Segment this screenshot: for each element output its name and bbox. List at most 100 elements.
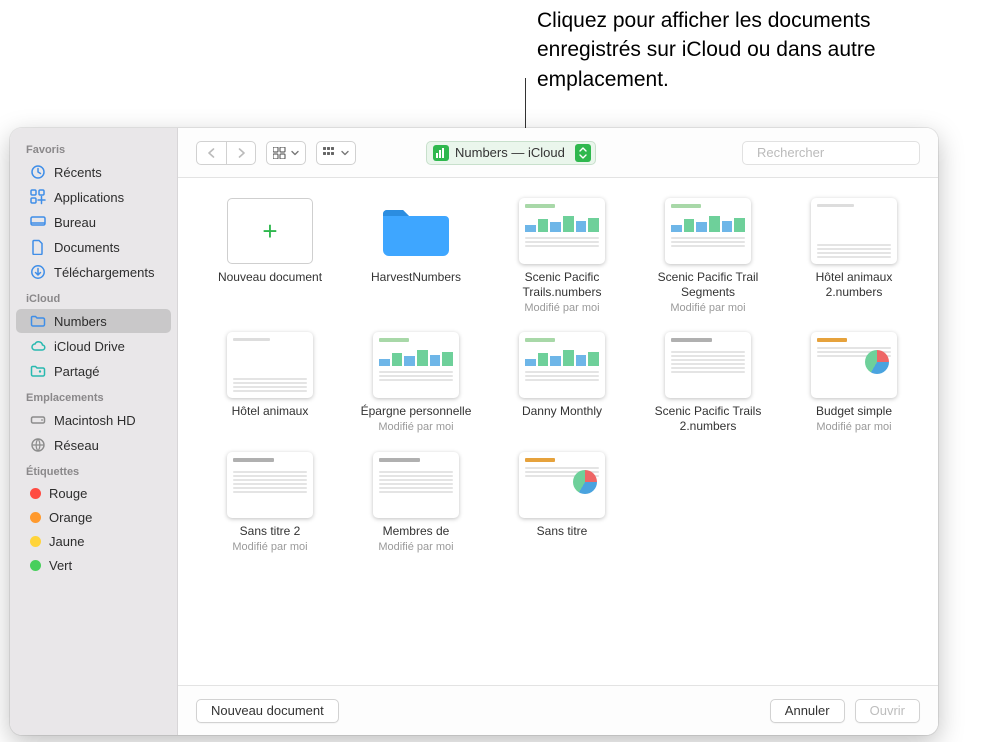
sidebar-section-title: Étiquettes — [10, 458, 177, 481]
help-annotation: Cliquez pour afficher les documents enre… — [537, 6, 967, 94]
footer-bar: Nouveau document Annuler Ouvrir — [178, 685, 938, 735]
file-tile[interactable]: Budget simple Modifié par moi — [788, 332, 920, 434]
file-name-label: Épargne personnelle — [350, 404, 482, 419]
file-tile[interactable]: Scenic Pacific Trails.numbers Modifié par… — [496, 198, 628, 314]
download-icon — [30, 264, 46, 280]
file-name-label: Scenic Pacific Trails.numbers — [496, 270, 628, 300]
file-tile[interactable]: Scenic Pacific Trails 2.numbers — [642, 332, 774, 434]
sidebar-item-label: Jaune — [49, 534, 161, 549]
sidebar-section-title: Emplacements — [10, 384, 177, 407]
sidebar-item-label: iCloud Drive — [54, 339, 161, 354]
file-name-label: HarvestNumbers — [350, 270, 482, 285]
sidebar-item-macintosh-hd[interactable]: Macintosh HD — [16, 408, 171, 432]
file-grid-area: +Nouveau document HarvestNumbers Scenic Pa… — [178, 178, 938, 685]
sidebar-item-label: Documents — [54, 240, 161, 255]
sidebar-item-label: Numbers — [54, 314, 161, 329]
sidebar-item-icloud-drive[interactable]: iCloud Drive — [16, 334, 171, 358]
sidebar-item-réseau[interactable]: Réseau — [16, 433, 171, 457]
toolbar: Numbers — iCloud — [178, 128, 938, 178]
sidebar-item-orange[interactable]: Orange — [16, 506, 171, 529]
file-tile[interactable]: Épargne personnelle Modifié par moi — [350, 332, 482, 434]
open-dialog-window: Favoris Récents Applications Bureau Document… — [10, 128, 938, 735]
folder-icon — [30, 313, 46, 329]
desktop-icon — [30, 214, 46, 230]
tag-dot-icon — [30, 512, 41, 523]
file-name-label: Scenic Pacific Trails 2.numbers — [642, 404, 774, 434]
search-field[interactable] — [742, 141, 920, 165]
file-name-label: Scenic Pacific Trail Segments — [642, 270, 774, 300]
sidebar-item-label: Téléchargements — [54, 265, 161, 280]
file-subtitle-label: Modifié par moi — [350, 541, 482, 553]
sidebar-item-label: Applications — [54, 190, 161, 205]
location-popup-button[interactable]: Numbers — iCloud — [426, 141, 596, 165]
folder-tile[interactable]: HarvestNumbers — [350, 198, 482, 314]
sidebar-item-label: Bureau — [54, 215, 161, 230]
sidebar-item-label: Vert — [49, 558, 161, 573]
main-panel: Numbers — iCloud +Nouveau document Harves… — [178, 128, 938, 735]
shared-icon — [30, 363, 46, 379]
cancel-button[interactable]: Annuler — [770, 699, 845, 723]
sidebar-item-label: Orange — [49, 510, 161, 525]
file-name-label: Budget simple — [788, 404, 920, 419]
disk-icon — [30, 412, 46, 428]
file-subtitle-label: Modifié par moi — [350, 421, 482, 433]
numbers-app-icon — [433, 145, 449, 161]
file-tile[interactable]: Scenic Pacific Trail Segments Modifié par… — [642, 198, 774, 314]
file-tile[interactable]: Hôtel animaux 2.numbers — [788, 198, 920, 314]
network-icon — [30, 437, 46, 453]
back-button[interactable] — [196, 141, 226, 165]
file-subtitle-label: Modifié par moi — [788, 421, 920, 433]
file-tile[interactable]: Sans titre 2 Modifié par moi — [204, 452, 336, 553]
file-name-label: Sans titre — [496, 524, 628, 539]
search-input[interactable] — [757, 145, 933, 160]
tag-dot-icon — [30, 536, 41, 547]
file-name-label: Nouveau document — [204, 270, 336, 285]
sidebar-item-label: Partagé — [54, 364, 161, 379]
file-name-label: Membres de — [350, 524, 482, 539]
sidebar-item-bureau[interactable]: Bureau — [16, 210, 171, 234]
cloud-icon — [30, 338, 46, 354]
new-document-button[interactable]: Nouveau document — [196, 699, 339, 723]
tag-dot-icon — [30, 488, 41, 499]
sidebar-item-numbers[interactable]: Numbers — [16, 309, 171, 333]
file-tile[interactable]: Danny Monthly — [496, 332, 628, 434]
sidebar-item-label: Réseau — [54, 438, 161, 453]
sidebar-item-jaune[interactable]: Jaune — [16, 530, 171, 553]
file-tile[interactable]: Sans titre — [496, 452, 628, 553]
sidebar-item-label: Récents — [54, 165, 161, 180]
sidebar-item-rouge[interactable]: Rouge — [16, 482, 171, 505]
document-icon — [30, 239, 46, 255]
file-subtitle-label: Modifié par moi — [496, 302, 628, 314]
sidebar-item-téléchargements[interactable]: Téléchargements — [16, 260, 171, 284]
appgrid-icon — [30, 189, 46, 205]
tag-dot-icon — [30, 560, 41, 571]
file-tile[interactable]: Membres de Modifié par moi — [350, 452, 482, 553]
file-name-label: Hôtel animaux 2.numbers — [788, 270, 920, 300]
location-label: Numbers — iCloud — [455, 145, 565, 160]
sidebar-item-récents[interactable]: Récents — [16, 160, 171, 184]
file-grid: +Nouveau document HarvestNumbers Scenic Pa… — [204, 198, 920, 553]
sidebar-item-partagé[interactable]: Partagé — [16, 359, 171, 383]
sidebar-item-label: Macintosh HD — [54, 413, 161, 428]
file-name-label: Danny Monthly — [496, 404, 628, 419]
sidebar-item-applications[interactable]: Applications — [16, 185, 171, 209]
file-tile[interactable]: Hôtel animaux — [204, 332, 336, 434]
sidebar: Favoris Récents Applications Bureau Document… — [10, 128, 178, 735]
view-mode-button[interactable] — [266, 141, 306, 165]
sidebar-item-label: Rouge — [49, 486, 161, 501]
sidebar-item-vert[interactable]: Vert — [16, 554, 171, 577]
sidebar-item-documents[interactable]: Documents — [16, 235, 171, 259]
clock-icon — [30, 164, 46, 180]
group-by-button[interactable] — [316, 141, 356, 165]
sidebar-section-title: Favoris — [10, 136, 177, 159]
updown-arrows-icon — [575, 144, 591, 162]
open-button[interactable]: Ouvrir — [855, 699, 920, 723]
sidebar-section-title: iCloud — [10, 285, 177, 308]
file-name-label: Hôtel animaux — [204, 404, 336, 419]
new-document-tile[interactable]: +Nouveau document — [204, 198, 336, 314]
nav-button-group — [196, 141, 256, 165]
file-name-label: Sans titre 2 — [204, 524, 336, 539]
file-subtitle-label: Modifié par moi — [204, 541, 336, 553]
file-subtitle-label: Modifié par moi — [642, 302, 774, 314]
forward-button[interactable] — [226, 141, 256, 165]
